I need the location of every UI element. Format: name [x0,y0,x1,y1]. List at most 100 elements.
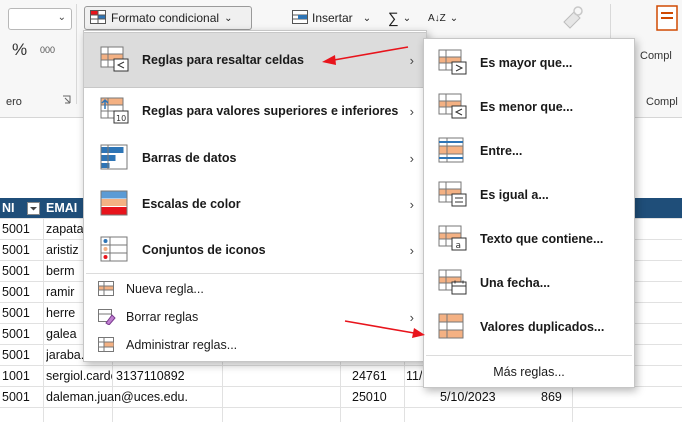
chevron-right-icon: › [409,103,414,119]
cell[interactable]: 5001 [2,345,30,366]
menu-item-data-bars[interactable]: Barras de datos › [84,135,426,181]
menu-item-highlight-rules[interactable]: Reglas para resaltar celdas › [83,32,427,88]
cell[interactable]: 5001 [2,219,30,240]
chevron-right-icon: › [409,150,414,166]
menu-item-label: Administrar reglas... [126,338,238,352]
cell[interactable]: ramir [46,282,86,303]
dialog-launcher-icon[interactable] [62,95,71,107]
svg-text:10: 10 [116,114,126,123]
insert-cells-icon [292,9,308,27]
highlight-rules-submenu: Es mayor que... Es menor que... Entre... [423,38,635,388]
cell[interactable]: 11/ [406,366,422,387]
table-row[interactable]: 5001 daleman.juan@uces.edu. 25010 5/10/2… [0,387,682,408]
thousands-separator-button[interactable]: 000 [40,45,55,55]
submenu-item-more-rules[interactable]: Más reglas... [424,359,634,385]
chevron-down-icon: ⌄ [402,12,412,24]
submenu-item-label: Una fecha... [480,276,551,290]
insert-button[interactable]: Insertar ⌄ [292,6,371,30]
submenu-item-label: Valores duplicados... [480,320,605,334]
menu-item-clear-rules[interactable]: Borrar reglas › [84,303,426,331]
duplicate-values-icon [438,313,464,339]
menu-item-icon-sets[interactable]: Conjuntos de iconos › [84,227,426,273]
data-bars-icon [100,144,128,170]
manage-rules-icon [98,337,114,352]
equal-to-icon [438,181,467,207]
menu-item-color-scales[interactable]: Escalas de color › [84,181,426,227]
group-separator [76,4,77,104]
highlight-rules-icon [100,46,129,72]
cell[interactable]: sergiol.cardc [46,366,112,387]
submenu-item-date-occurring[interactable]: Una fecha... [424,261,634,305]
submenu-item-label: Es menor que... [480,100,574,114]
cell[interactable]: herre [46,303,86,324]
filter-dropdown-icon[interactable] [27,202,40,215]
chevron-down-icon: ⌄ [362,12,372,24]
clear-rules-icon [98,309,116,325]
complements-label-1[interactable]: Compl [640,50,672,62]
date-occurring-icon [438,269,467,295]
cell[interactable]: 5001 [2,261,30,282]
number-format-combo[interactable]: ⌄ [8,8,72,30]
conditional-format-button[interactable]: Formato condicional ⌄ [84,6,252,30]
cell[interactable]: daleman.juan@uces.edu. [46,387,188,408]
menu-item-label: Borrar reglas [126,310,199,324]
cell[interactable]: 5001 [2,324,30,345]
cell[interactable]: 5001 [2,240,30,261]
color-scales-icon [100,190,128,216]
top-bottom-rules-icon: 10 [100,97,129,124]
chevron-right-icon: › [409,242,414,258]
conditional-format-icon [90,9,106,27]
cell[interactable]: zapata [46,219,86,240]
cell[interactable]: 3137110892 [116,366,185,387]
addin-icon[interactable] [655,4,679,35]
chevron-right-icon: › [409,52,414,68]
less-than-icon [438,93,467,119]
icon-sets-icon [100,236,128,262]
cell[interactable]: 5001 [2,303,30,324]
percent-style-button[interactable]: % [12,40,27,60]
menu-item-label: Conjuntos de iconos [142,243,266,257]
submenu-item-text-contains[interactable]: a Texto que contiene... [424,217,634,261]
chevron-right-icon: › [409,196,414,212]
menu-item-top-bottom-rules[interactable]: 10 Reglas para valores superiores e infe… [84,87,426,135]
chevron-down-icon: ⌄ [224,12,233,24]
insert-label: Insertar [312,11,353,25]
menu-item-manage-rules[interactable]: Administrar reglas... [84,331,426,359]
cell[interactable]: 24761 [352,366,387,387]
submenu-item-label: Más reglas... [493,365,565,379]
header-cell-nit[interactable]: NI [2,198,15,219]
menu-item-label: Reglas para valores superiores e inferio… [142,104,399,118]
complements-label-2: Compl [646,96,678,108]
submenu-item-label: Es igual a... [480,188,549,202]
submenu-item-duplicate-values[interactable]: Valores duplicados... [424,305,634,349]
submenu-item-greater-than[interactable]: Es mayor que... [424,41,634,85]
cell[interactable]: 5001 [2,387,30,408]
cell[interactable]: galea [46,324,86,345]
cell[interactable]: 5/10/2023 [440,387,496,408]
between-icon [438,137,464,163]
sort-filter-button[interactable]: A↓Z ⌄ [428,6,458,30]
submenu-item-label: Es mayor que... [480,56,573,70]
autosum-button[interactable]: ∑ ⌄ [388,6,411,30]
submenu-item-label: Entre... [480,144,523,158]
autosum-icon: ∑ [388,9,399,27]
cell[interactable]: 5001 [2,282,30,303]
chevron-right-icon: › [409,309,414,325]
find-select-icon[interactable] [560,4,586,33]
menu-item-new-rule[interactable]: Nueva regla... [84,275,426,303]
cell[interactable]: 25010 [352,387,387,408]
conditional-format-menu: Reglas para resaltar celdas › 10 Reglas … [83,30,427,362]
submenu-item-less-than[interactable]: Es menor que... [424,85,634,129]
submenu-item-equal-to[interactable]: Es igual a... [424,173,634,217]
greater-than-icon [438,49,467,75]
menu-separator [426,355,632,356]
cell[interactable]: berm [46,261,86,282]
chevron-down-icon[interactable]: ⌄ [58,12,66,23]
menu-item-label: Escalas de color [142,197,241,211]
submenu-item-label: Texto que contiene... [480,232,604,246]
cell[interactable]: aristiz [46,240,86,261]
cell[interactable]: 869 [541,387,562,408]
cell[interactable]: 1001 [2,366,30,387]
submenu-item-between[interactable]: Entre... [424,129,634,173]
header-cell-email[interactable]: EMAI [46,198,77,219]
